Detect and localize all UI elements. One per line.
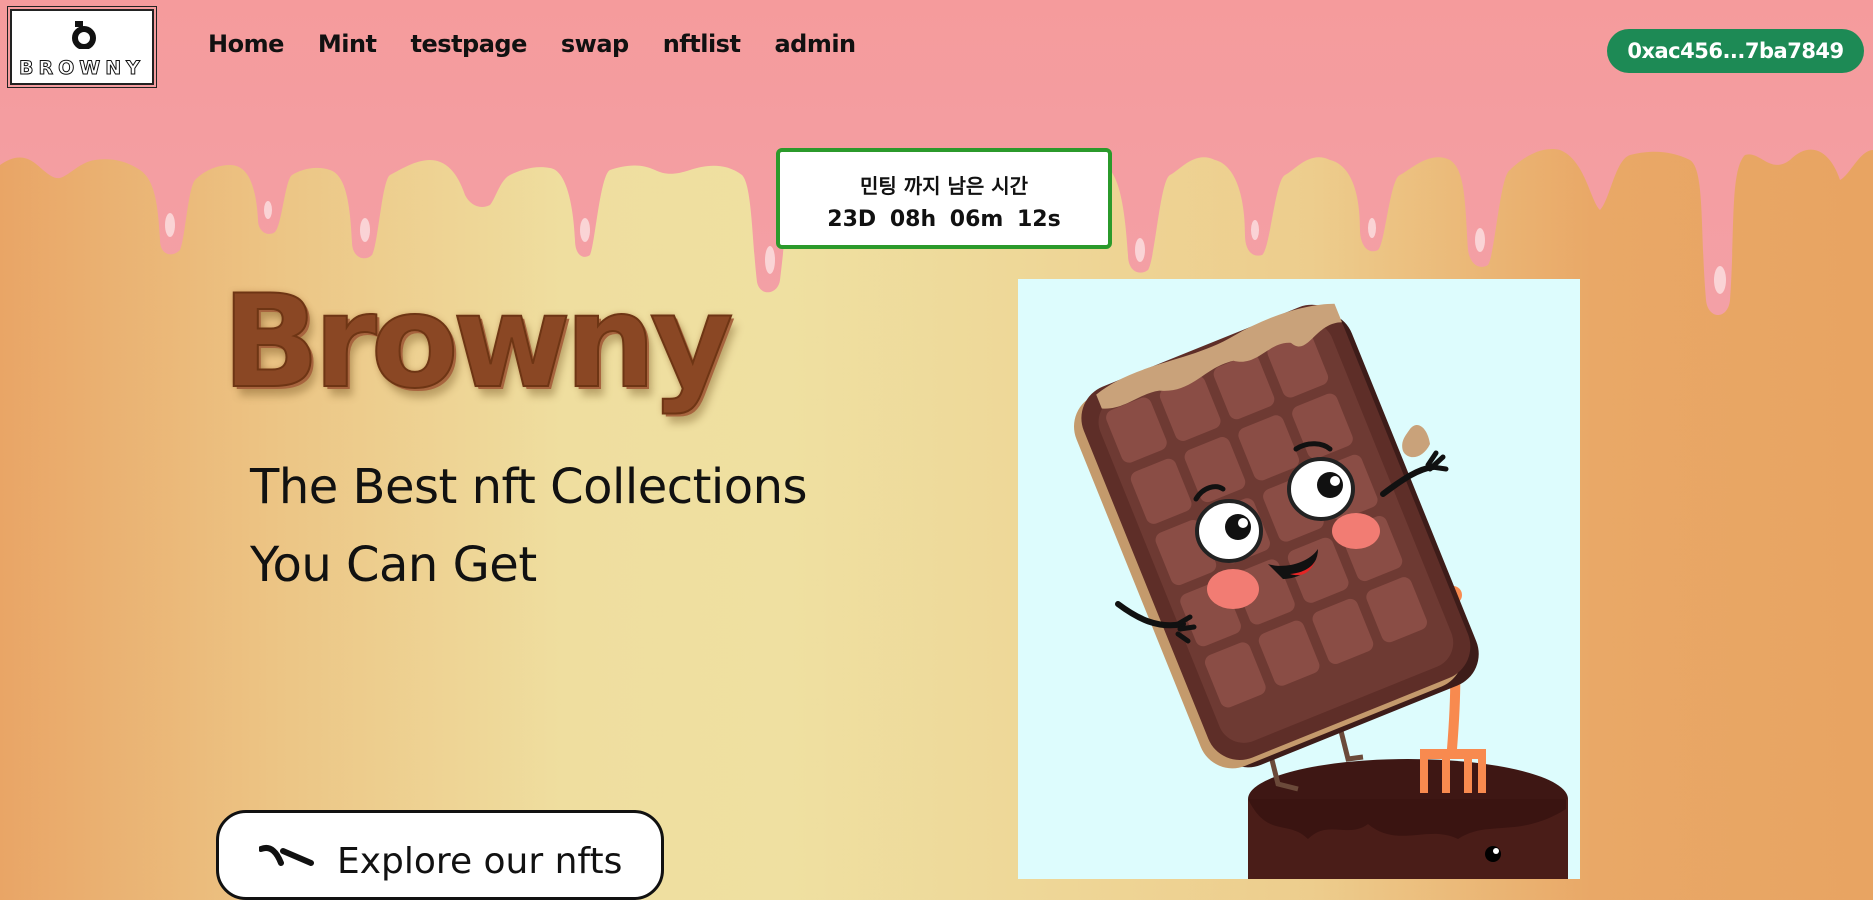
chocolate-cake: [1248, 759, 1568, 879]
hero-brand-title: Browny: [221, 267, 734, 418]
wallet-address-button[interactable]: 0xac456...7ba7849: [1607, 29, 1864, 73]
hero-nft-image: [1018, 279, 1580, 879]
countdown-title: 민팅 까지 남은 시간: [859, 174, 1029, 198]
arrow-icon: [259, 845, 314, 866]
tagline-line-2: You Can Get: [250, 537, 537, 593]
explore-nfts-button[interactable]: Explore our nfts: [216, 810, 664, 900]
nav-swap-link[interactable]: swap: [561, 30, 629, 58]
countdown-values: 23D 08h 06m 12s: [780, 207, 1108, 232]
nav-nftlist-link[interactable]: nftlist: [663, 30, 741, 58]
explore-button-label: Explore our nfts: [337, 841, 623, 882]
waffle-body: [1074, 303, 1479, 769]
tagline-line-1: The Best nft Collections: [250, 459, 808, 515]
nav-mint-link[interactable]: Mint: [318, 30, 377, 58]
logo-text: BROWNY: [19, 57, 145, 80]
top-navbar: BROWNY Home Mint testpage swap nftlist a…: [0, 0, 1873, 100]
countdown-seconds: 12s: [1017, 207, 1061, 232]
minting-countdown: 민팅 까지 남은 시간 23D 08h 06m 12s: [776, 148, 1112, 249]
countdown-days: 23D: [827, 207, 877, 232]
browny-logo[interactable]: BROWNY: [7, 6, 157, 88]
chocolate-waffle-mascot-icon: [1074, 303, 1568, 879]
nav-admin-link[interactable]: admin: [774, 30, 856, 58]
countdown-hours: 08h: [889, 207, 937, 232]
main-nav: Home Mint testpage swap nftlist admin: [208, 30, 890, 58]
countdown-minutes: 06m: [949, 207, 1004, 232]
nav-testpage-link[interactable]: testpage: [411, 30, 528, 58]
hero-tagline: The Best nft Collections You Can Get: [250, 448, 808, 604]
nav-home-link[interactable]: Home: [208, 30, 284, 58]
browny-logo-mark-icon: [72, 21, 96, 49]
